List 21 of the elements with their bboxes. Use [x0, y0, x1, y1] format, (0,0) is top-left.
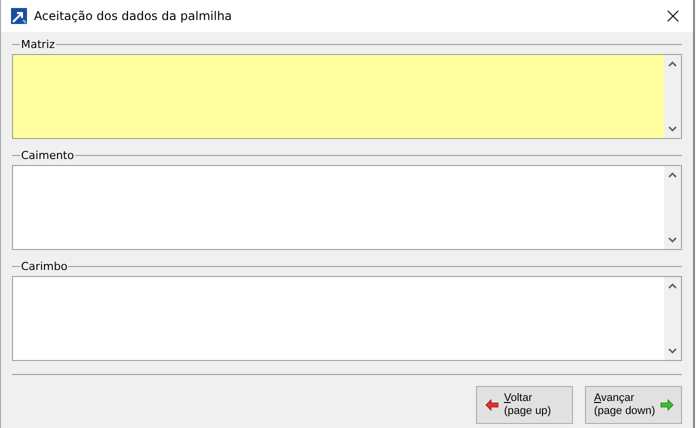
scroll-down-icon[interactable] — [668, 348, 677, 354]
scrollbar[interactable] — [664, 277, 681, 360]
scrollbar[interactable] — [664, 55, 681, 138]
close-button[interactable]: × — [653, 0, 693, 32]
group-label: Carimbo — [20, 260, 68, 272]
text-area[interactable] — [12, 276, 682, 361]
group-label: Matriz — [20, 38, 56, 50]
left-arrow-icon — [485, 399, 499, 411]
group-label: Caimento — [20, 148, 75, 162]
scroll-up-icon[interactable] — [668, 283, 677, 289]
text-area[interactable] — [12, 165, 682, 250]
scroll-up-icon[interactable] — [668, 61, 677, 67]
next-button[interactable]: Avançar (page down) — [585, 386, 682, 424]
back-button[interactable]: Voltar (page up) — [476, 386, 573, 424]
app-logo-icon — [11, 8, 27, 24]
scroll-down-icon[interactable] — [668, 126, 677, 132]
window-title: Aceitação dos dados da palmilha — [34, 9, 233, 23]
scroll-up-icon[interactable] — [668, 172, 677, 178]
scroll-down-icon[interactable] — [668, 237, 677, 243]
right-arrow-icon — [660, 399, 674, 411]
scrollbar[interactable] — [664, 166, 681, 249]
